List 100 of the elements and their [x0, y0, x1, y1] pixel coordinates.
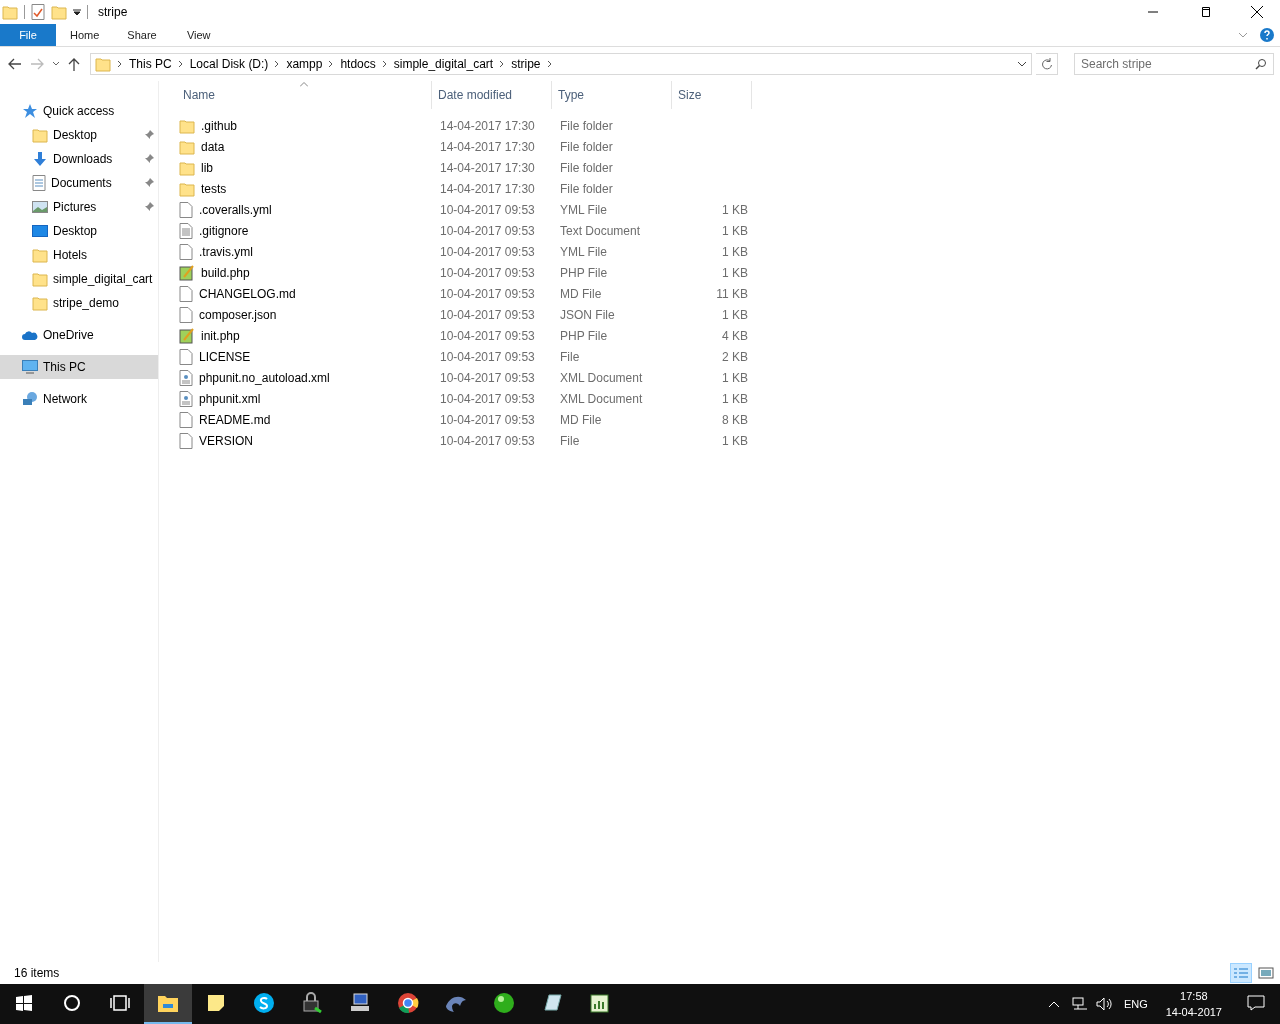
- file-type: PHP File: [559, 328, 609, 343]
- sidebar-item[interactable]: Network: [0, 387, 158, 411]
- file-row[interactable]: .travis.yml 10-04-2017 09:53 YML File 1 KB: [177, 241, 1280, 262]
- expand-ribbon-icon[interactable]: [1238, 30, 1248, 40]
- column-header[interactable]: Name: [177, 81, 432, 109]
- file-type: File folder: [559, 139, 614, 154]
- date-modified: 14-04-2017 17:30: [439, 160, 536, 175]
- sidebar-label: Hotels: [53, 248, 88, 262]
- file-row[interactable]: .gitignore 10-04-2017 09:53 Text Document 1 KB: [177, 220, 1280, 241]
- star-icon: [22, 103, 38, 119]
- file-type: MD File: [559, 286, 603, 301]
- breadcrumb-item[interactable]: xampp: [286, 57, 323, 71]
- sidebar-item[interactable]: Desktop: [0, 219, 158, 243]
- file-row[interactable]: tests 14-04-2017 17:30 File folder: [177, 178, 1280, 199]
- desktop-icon: [32, 224, 48, 238]
- file-name: data: [200, 139, 226, 154]
- file-icon: [179, 306, 193, 323]
- sidebar-item[interactable]: Pictures: [0, 195, 158, 219]
- chevron-icon: [274, 60, 281, 68]
- sidebar-label: OneDrive: [43, 328, 95, 342]
- breadcrumb-item[interactable]: htdocs: [340, 57, 376, 71]
- ribbon-tab[interactable]: File: [0, 24, 56, 46]
- computer-icon: [349, 992, 371, 1014]
- ribbon-tab[interactable]: Share: [113, 24, 171, 46]
- taskbar-app[interactable]: [144, 984, 192, 1024]
- file-name: .gitignore: [198, 223, 250, 238]
- file-row[interactable]: build.php 10-04-2017 09:53 PHP File 1 KB: [177, 262, 1280, 283]
- sidebar-label: This PC: [43, 360, 87, 374]
- chevron-icon: [177, 60, 184, 68]
- script-file-icon: [179, 327, 195, 344]
- sidebar-item[interactable]: Desktop: [0, 123, 158, 147]
- ribbon-tab[interactable]: View: [170, 24, 227, 46]
- dropdown-icon[interactable]: [73, 8, 81, 16]
- sidebar-item[interactable]: Quick access: [0, 99, 158, 123]
- breadcrumb-item[interactable]: stripe: [511, 57, 541, 71]
- xml-file-icon: [179, 369, 193, 386]
- help-icon[interactable]: [1260, 28, 1274, 42]
- sidebar-item[interactable]: OneDrive: [0, 323, 158, 347]
- speaker-icon[interactable]: [1095, 997, 1112, 1011]
- folder-icon: [32, 127, 48, 143]
- sidebar-label: Pictures: [53, 200, 98, 214]
- file-row[interactable]: init.php 10-04-2017 09:53 PHP File 4 KB: [177, 325, 1280, 346]
- properties-icon[interactable]: [31, 4, 45, 20]
- folder-icon: [95, 56, 111, 72]
- sidebar-label: Quick access: [43, 104, 116, 118]
- sidebar-item[interactable]: Downloads: [0, 147, 158, 171]
- folder-icon: [179, 159, 195, 176]
- file-row[interactable]: phpunit.no_autoload.xml 10-04-2017 09:53 XML Document 1 KB: [177, 367, 1280, 388]
- file-row[interactable]: .coveralls.yml 10-04-2017 09:53 YML File 1 KB: [177, 199, 1280, 220]
- file-row[interactable]: CHANGELOG.md 10-04-2017 09:53 MD File 11 KB: [177, 283, 1280, 304]
- breadcrumb-item[interactable]: simple_digital_cart: [393, 57, 494, 71]
- pin-icon: [144, 154, 154, 164]
- back-arrow-icon: [8, 58, 22, 70]
- sidebar-item[interactable]: Hotels: [0, 243, 158, 267]
- network-icon[interactable]: [1071, 997, 1088, 1011]
- language-indicator[interactable]: ENG: [1115, 998, 1156, 1010]
- file-type: MD File: [559, 412, 603, 427]
- cloud-icon: [22, 329, 38, 341]
- file-row[interactable]: composer.json 10-04-2017 09:53 JSON File 1 KB: [177, 304, 1280, 325]
- sidebar-label: stripe_demo: [53, 296, 121, 310]
- file-size: 1 KB: [721, 391, 748, 406]
- column-header[interactable]: Date modified: [432, 81, 552, 109]
- file-name: CHANGELOG.md: [198, 286, 297, 301]
- clock[interactable]: 17:58 14-04-2017: [1155, 988, 1232, 1020]
- file-row[interactable]: lib 14-04-2017 17:30 File folder: [177, 157, 1280, 178]
- file-size: 1 KB: [721, 244, 748, 259]
- file-name: build.php: [200, 265, 251, 280]
- file-row[interactable]: phpunit.xml 10-04-2017 09:53 XML Document 1 KB: [177, 388, 1280, 409]
- search-field[interactable]: Search stripe: [1074, 53, 1274, 75]
- column-header[interactable]: Size: [672, 81, 752, 109]
- date-modified: 14-04-2017 17:30: [439, 118, 536, 133]
- show-hidden-icons-icon[interactable]: [1047, 1000, 1060, 1008]
- sidebar-item[interactable]: stripe_demo: [0, 291, 158, 315]
- file-row[interactable]: README.md 10-04-2017 09:53 MD File 8 KB: [177, 409, 1280, 430]
- caret-icon: [52, 61, 60, 67]
- dropdown-icon[interactable]: [1017, 61, 1027, 67]
- breadcrumb-item[interactable]: Local Disk (D:): [189, 57, 269, 71]
- file-row[interactable]: data 14-04-2017 17:30 File folder: [177, 136, 1280, 157]
- file-row[interactable]: LICENSE 10-04-2017 09:53 File 2 KB: [177, 346, 1280, 367]
- sidebar-item[interactable]: simple_digital_cart: [0, 267, 158, 291]
- sidebar-item[interactable]: This PC: [0, 355, 158, 379]
- file-row[interactable]: VERSION 10-04-2017 09:53 File 1 KB: [177, 430, 1280, 451]
- column-header[interactable]: Type: [552, 81, 672, 109]
- refresh-button[interactable]: [1036, 53, 1058, 75]
- date-modified: 14-04-2017 17:30: [439, 139, 536, 154]
- file-type: YML File: [559, 244, 608, 259]
- file-type: File folder: [559, 160, 614, 175]
- file-type: XML Document: [559, 391, 644, 406]
- file-name: VERSION: [198, 433, 254, 448]
- sidebar-item[interactable]: Documents: [0, 171, 158, 195]
- file-row[interactable]: .github 14-04-2017 17:30 File folder: [177, 115, 1280, 136]
- sidebar-label: Network: [43, 392, 88, 406]
- file-name: tests: [200, 181, 228, 196]
- close-icon: [1251, 6, 1263, 18]
- padlock-icon: [301, 992, 323, 1014]
- back-button[interactable]: [6, 56, 24, 72]
- breadcrumb-item[interactable]: This PC: [129, 57, 172, 71]
- ribbon-tab[interactable]: Home: [56, 24, 114, 46]
- large-icons-view-icon[interactable]: [1258, 966, 1274, 980]
- address-bar[interactable]: This PC Local Disk (D:) xampp htdocs simple_digital_cart stripe: [90, 53, 1032, 75]
